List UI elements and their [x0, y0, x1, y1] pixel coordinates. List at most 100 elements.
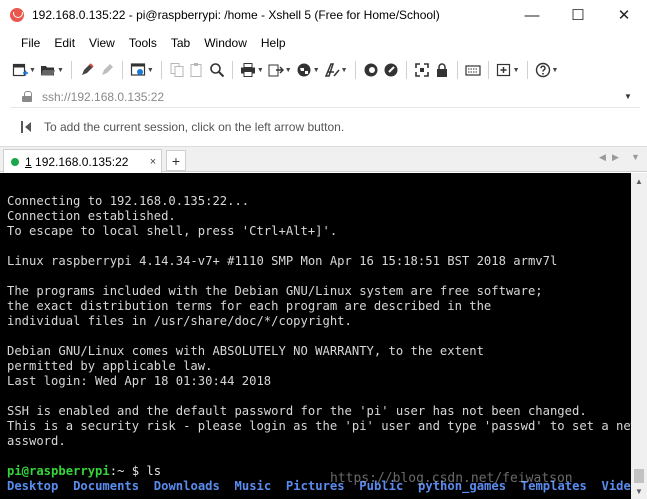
- toolbar-divider: [121, 61, 123, 79]
- scroll-up-icon[interactable]: ▲: [631, 173, 647, 189]
- pencil-unlink-icon: [101, 64, 113, 75]
- disconnect-button[interactable]: [97, 59, 117, 81]
- terminal-line: permitted by applicable law.: [7, 359, 213, 373]
- properties-button[interactable]: ▼: [128, 59, 156, 81]
- terminal-lines: Connecting to 192.168.0.135:22... Connect…: [7, 194, 631, 464]
- session-hint-bar: To add the current session, click on the…: [10, 115, 640, 139]
- print-button[interactable]: ▼: [238, 59, 266, 81]
- directory-entry: Music: [234, 479, 272, 493]
- minimize-button[interactable]: —: [509, 0, 555, 30]
- help-icon: [535, 62, 550, 78]
- chevron-down-icon[interactable]: ▼: [29, 67, 36, 74]
- terminal-line: SSH is enabled and the default password …: [7, 404, 587, 418]
- terminal-line: Connection established.: [7, 209, 176, 223]
- terminal-line: Last login: Wed Apr 18 01:30:44 2018: [7, 374, 272, 388]
- printer-icon: [240, 63, 255, 77]
- command-text: ls: [146, 464, 162, 478]
- add-session-arrow-icon[interactable]: [20, 119, 36, 135]
- terminal-line: assword.: [7, 434, 66, 448]
- lock-button[interactable]: [432, 59, 452, 81]
- terminal-line: Linux raspberrypi 4.14.34-v7+ #1110 SMP …: [7, 254, 558, 268]
- open-button[interactable]: ▼: [38, 59, 66, 81]
- directory-entry: Downloads: [153, 479, 220, 493]
- address-input[interactable]: [42, 89, 624, 104]
- paste-button[interactable]: [187, 59, 207, 81]
- directory-entry: Documents: [73, 479, 140, 493]
- chevron-down-icon[interactable]: ▼: [285, 67, 292, 74]
- tab-session-1[interactable]: 1 192.168.0.135:22 ×: [3, 149, 162, 173]
- new-session-button[interactable]: ▼: [10, 59, 38, 81]
- lock-icon: [436, 63, 447, 77]
- xmanager-icon: [364, 63, 378, 77]
- chevron-down-icon[interactable]: ▼: [57, 67, 64, 74]
- toolbar-divider: [70, 61, 72, 79]
- help-button[interactable]: ▼: [533, 59, 561, 81]
- keyboard-icon: [464, 65, 481, 76]
- transfer-button[interactable]: ▼: [266, 59, 294, 81]
- hint-text: To add the current session, click on the…: [44, 120, 345, 134]
- menu-window[interactable]: Window: [197, 36, 254, 50]
- chevron-down-icon[interactable]: ▼: [552, 67, 559, 74]
- chevron-down-icon[interactable]: ▼: [257, 67, 264, 74]
- menu-view[interactable]: View: [82, 36, 122, 50]
- folder-open-icon: [40, 66, 55, 76]
- paste-icon: [190, 63, 202, 77]
- menu-edit[interactable]: Edit: [47, 36, 82, 50]
- toolbar-divider: [526, 61, 528, 79]
- plus-box-icon: [496, 63, 510, 77]
- tab-number: 1: [25, 154, 32, 169]
- terminal-output[interactable]: Connecting to 192.168.0.135:22... Connect…: [0, 173, 631, 499]
- terminal-line: individual files in /usr/share/doc/*/cop…: [7, 314, 352, 328]
- tab-scroll-left-icon[interactable]: ◀: [599, 152, 606, 163]
- menu-tools[interactable]: Tools: [122, 36, 164, 50]
- directory-entry: Videos: [601, 479, 632, 493]
- menu-file[interactable]: File: [14, 36, 47, 50]
- copy-button[interactable]: [167, 59, 187, 81]
- terminal-line: the exact distribution terms for each pr…: [7, 299, 492, 313]
- menu-tab[interactable]: Tab: [164, 36, 197, 50]
- terminal-scrollbar[interactable]: ▲ ▼: [631, 173, 647, 499]
- maximize-button[interactable]: ☐: [555, 0, 601, 30]
- chevron-down-icon[interactable]: ▼: [313, 67, 320, 74]
- close-tab-icon[interactable]: ×: [145, 156, 161, 168]
- scrollbar-thumb[interactable]: [634, 469, 644, 483]
- keyboard-button[interactable]: [463, 59, 483, 81]
- pencil-link-icon: [81, 63, 94, 75]
- chevron-down-icon[interactable]: ▼: [624, 92, 640, 101]
- add-tab-button[interactable]: +: [166, 150, 186, 171]
- tab-host: 192.168.0.135:22: [31, 154, 129, 169]
- new-tab-button[interactable]: ▼: [494, 59, 522, 81]
- tab-label: 1 192.168.0.135:22: [25, 155, 145, 169]
- menu-help[interactable]: Help: [254, 36, 293, 50]
- chevron-down-icon[interactable]: ▼: [341, 67, 348, 74]
- terminal-line: This is a security risk - please login a…: [7, 419, 631, 433]
- scroll-down-icon[interactable]: ▼: [631, 483, 647, 499]
- prompt-user: pi@raspberrypi: [7, 464, 110, 478]
- chevron-down-icon[interactable]: ▼: [513, 67, 520, 74]
- tab-scroll-right-icon[interactable]: ▶: [612, 152, 619, 163]
- xshell-app-icon[interactable]: [10, 8, 24, 22]
- toolbar-divider: [231, 61, 233, 79]
- window-title: 192.168.0.135:22 - pi@raspberrypi: /home…: [32, 8, 440, 22]
- title-bar: 192.168.0.135:22 - pi@raspberrypi: /home…: [0, 0, 647, 30]
- font-button[interactable]: ▼: [322, 59, 350, 81]
- close-button[interactable]: ✕: [601, 0, 647, 30]
- globe-button[interactable]: ▼: [294, 59, 322, 81]
- find-button[interactable]: [207, 59, 227, 81]
- new-session-icon: [12, 63, 28, 77]
- terminal-line: Debian GNU/Linux comes with ABSOLUTELY N…: [7, 344, 484, 358]
- toolbar-divider: [405, 61, 407, 79]
- connected-status-icon: [11, 157, 19, 166]
- reconnect-button[interactable]: [77, 59, 97, 81]
- chevron-down-icon[interactable]: ▼: [147, 67, 154, 74]
- fullscreen-button[interactable]: [412, 59, 432, 81]
- toolbar-divider: [487, 61, 489, 79]
- xftp-button[interactable]: [381, 59, 401, 81]
- copy-icon: [170, 63, 184, 77]
- xmanager-button[interactable]: [361, 59, 381, 81]
- font-icon: [324, 63, 340, 77]
- tab-list-icon[interactable]: ▼: [631, 152, 640, 162]
- tab-bar: 1 192.168.0.135:22 × + ◀ ▶ ▼: [0, 146, 647, 173]
